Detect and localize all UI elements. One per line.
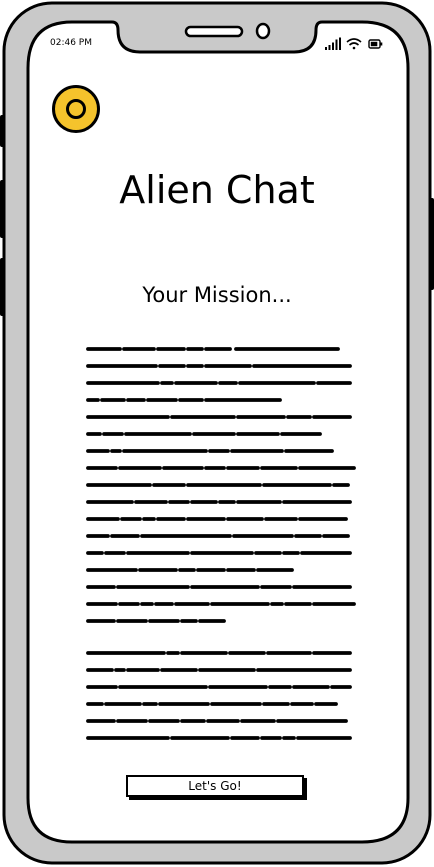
app-title: Alien Chat [119,168,315,212]
wifi-icon [346,38,362,50]
battery-icon [368,39,383,49]
signal-icon [325,37,341,50]
avatar-inner-ring [66,99,86,119]
status-icons [325,37,383,50]
mission-body-paragraph-1 [86,347,356,623]
status-time: 02:46 PM [50,38,92,48]
mission-heading: Your Mission... [142,283,292,307]
mission-body-paragraph-2 [86,651,352,740]
avatar-icon[interactable] [52,85,100,133]
lets-go-button[interactable]: Let's Go! [126,775,304,797]
